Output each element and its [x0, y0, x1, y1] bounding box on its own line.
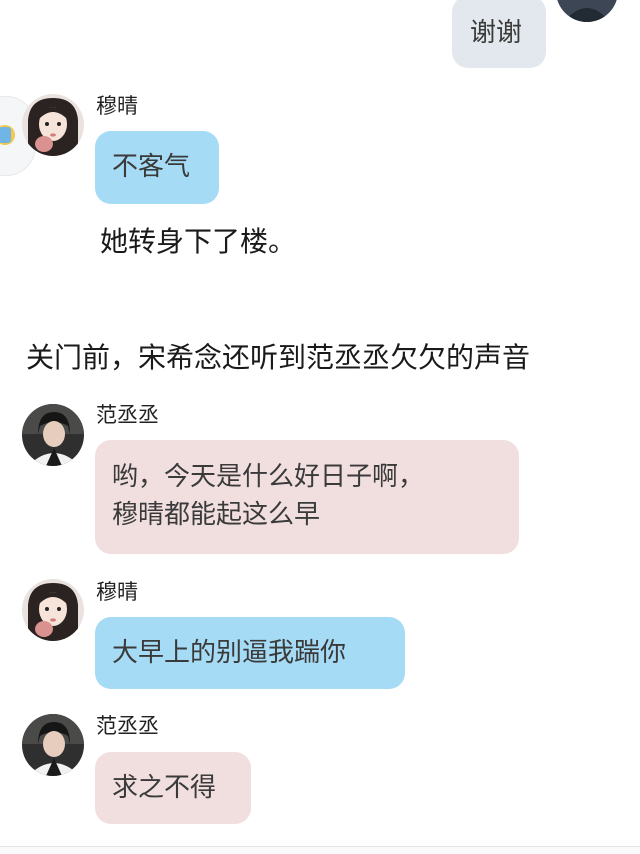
- avatar-self[interactable]: [556, 0, 618, 22]
- avatar-fanchengcheng[interactable]: [22, 714, 84, 776]
- message-text-line-2: 穆晴都能起这么早: [112, 500, 321, 530]
- sender-name: 范丞丞: [96, 714, 159, 738]
- sender-name: 穆晴: [96, 94, 138, 118]
- narration-text: 关门前，宋希念还听到范丞丞欠欠的声音: [26, 341, 531, 374]
- avatar-muqing[interactable]: [22, 579, 84, 641]
- message-text: 求之不得: [112, 773, 217, 803]
- message-bubble: 哟，今天是什么好日子啊， 穆晴都能起这么早: [95, 440, 519, 554]
- message-text: 大早上的别逼我踹你: [112, 638, 347, 668]
- message-bubble: 不客气: [95, 131, 219, 204]
- avatar-muqing[interactable]: [22, 94, 84, 156]
- sender-name: 穆晴: [96, 580, 138, 604]
- message-text: 不客气: [112, 152, 191, 182]
- message-bubble-self: 谢谢: [452, 0, 546, 68]
- message-text-line-1: 哟，今天是什么好日子啊，: [112, 462, 425, 492]
- message-bubble: 求之不得: [95, 752, 251, 824]
- message-bubble: 大早上的别逼我踹你: [95, 617, 405, 689]
- narration-text: 她转身下了楼。: [100, 225, 297, 258]
- sender-name: 范丞丞: [96, 403, 159, 427]
- avatar-fanchengcheng[interactable]: [22, 404, 84, 466]
- message-text: 谢谢: [470, 18, 523, 48]
